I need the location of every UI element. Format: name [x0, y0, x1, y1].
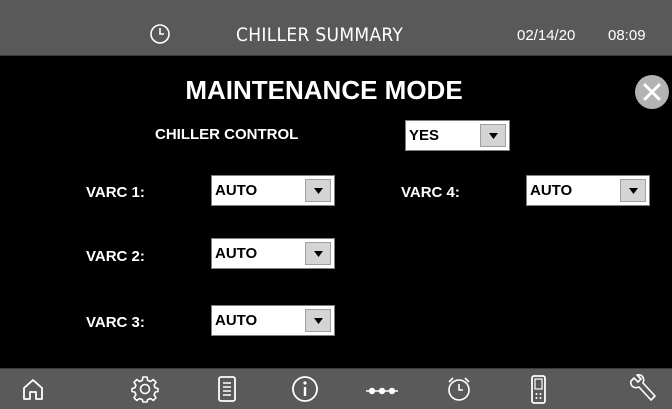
- bottom-nav-bar: [0, 368, 672, 409]
- varc-3-label: VARC 3:: [86, 314, 145, 331]
- close-icon: [643, 83, 661, 101]
- varc-3-value: AUTO: [215, 312, 258, 329]
- alarm-clock-icon[interactable]: [444, 374, 474, 404]
- varc-3-dropdown[interactable]: AUTO: [211, 305, 335, 336]
- varc-4-value: AUTO: [530, 182, 573, 199]
- page-title: CHILLER SUMMARY: [236, 24, 404, 46]
- varc-4-label: VARC 4:: [401, 184, 460, 201]
- varc-1-label: VARC 1:: [86, 184, 145, 201]
- wrench-icon[interactable]: [628, 374, 658, 404]
- remote-icon[interactable]: [524, 374, 554, 404]
- info-icon[interactable]: [290, 374, 320, 404]
- varc-2-label: VARC 2:: [86, 248, 145, 265]
- time-display: 08:09: [608, 27, 646, 44]
- varc-4-dropdown[interactable]: AUTO: [526, 175, 650, 206]
- varc-1-dropdown[interactable]: AUTO: [211, 175, 335, 206]
- varc-2-value: AUTO: [215, 245, 258, 262]
- gear-icon[interactable]: [130, 374, 160, 404]
- chiller-control-value: YES: [409, 127, 440, 144]
- more-icon[interactable]: [362, 374, 402, 404]
- varc-1-value: AUTO: [215, 182, 258, 199]
- varc-2-dropdown[interactable]: AUTO: [211, 238, 335, 269]
- chevron-down-icon[interactable]: [620, 179, 646, 202]
- chevron-down-icon[interactable]: [480, 124, 506, 147]
- chevron-down-icon[interactable]: [305, 309, 331, 332]
- close-button[interactable]: [635, 75, 669, 109]
- chiller-control-label: CHILLER CONTROL: [155, 126, 299, 143]
- header-bar: CHILLER SUMMARY 02/14/20 08:09: [0, 0, 672, 56]
- chiller-control-dropdown[interactable]: YES: [405, 120, 510, 151]
- chevron-down-icon[interactable]: [305, 242, 331, 265]
- mode-title: MAINTENANCE MODE: [185, 75, 463, 105]
- date-display: 02/14/20: [517, 27, 576, 44]
- clock-icon[interactable]: [149, 23, 171, 45]
- chevron-down-icon[interactable]: [305, 179, 331, 202]
- document-icon[interactable]: [212, 374, 242, 404]
- home-icon[interactable]: [18, 374, 48, 404]
